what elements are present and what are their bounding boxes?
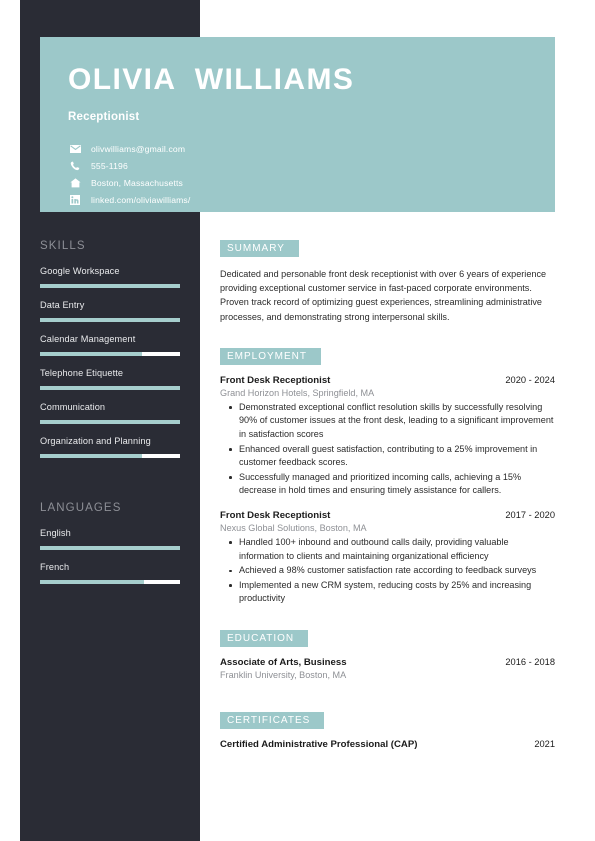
skill-bar	[40, 284, 180, 288]
employment-section: EMPLOYMENT Front Desk Receptionist 2020 …	[220, 346, 555, 606]
skill-bar	[40, 454, 180, 458]
school-text: Franklin University, Boston, MA	[220, 669, 347, 680]
language-label: English	[40, 528, 71, 538]
job-title: Receptionist	[68, 111, 140, 123]
job-title-text: Front Desk Receptionist	[220, 374, 331, 386]
contact-linkedin-text: linked.com/oliviawilliams/	[91, 194, 191, 205]
home-icon	[68, 177, 82, 188]
job-date: 2020 - 2024	[505, 374, 555, 385]
skill-item: Calendar Management	[20, 334, 200, 356]
skill-item: Google Workspace	[20, 266, 200, 288]
bullet-item: Handled 100+ inbound and outbound calls …	[229, 536, 555, 563]
skill-label: Data Entry	[40, 300, 85, 310]
employer-text: Nexus Global Solutions, Boston, MA	[220, 522, 367, 533]
skill-label: Communication	[40, 402, 106, 412]
envelope-icon	[68, 143, 82, 154]
skill-item: Organization and Planning	[20, 436, 200, 458]
skill-item: Telephone Etiquette	[20, 368, 200, 390]
linkedin-icon	[68, 194, 82, 205]
job-date: 2017 - 2020	[505, 509, 555, 520]
skill-bar-fill	[40, 352, 143, 356]
skill-bar-fill	[40, 454, 143, 458]
certificate-title: Certified Administrative Professional (C…	[220, 738, 418, 750]
certificate-entry: Certified Administrative Professional (C…	[220, 739, 555, 750]
skill-label: Organization and Planning	[40, 436, 151, 446]
contact-location-text: Boston, Massachusetts	[91, 177, 183, 188]
entry-header: Front Desk Receptionist 2017 - 2020	[220, 510, 555, 521]
skills-section: SKILLS Google Workspace Data Entry Calen…	[20, 240, 200, 470]
skill-item: Communication	[20, 402, 200, 424]
languages-heading: LANGUAGES	[40, 502, 122, 514]
language-item: French	[20, 562, 200, 584]
skill-bar	[40, 318, 180, 322]
skill-bar	[40, 386, 180, 390]
education-entry: Associate of Arts, Business 2016 - 2018 …	[220, 657, 555, 680]
contact-linkedin[interactable]: linked.com/oliviawilliams/	[68, 192, 555, 207]
skill-label: Google Workspace	[40, 266, 120, 276]
language-bar-fill	[40, 546, 180, 550]
contact-phone-text: 555-1196	[91, 160, 128, 171]
bullet-item: Successfully managed and prioritized inc…	[229, 471, 555, 498]
skill-label: Calendar Management	[40, 334, 136, 344]
skill-bar-fill	[40, 318, 180, 322]
main-column: SUMMARY Dedicated and personable front d…	[220, 238, 555, 762]
phone-icon	[68, 160, 82, 171]
entry-header: Certified Administrative Professional (C…	[220, 739, 555, 750]
resume-page: OLIVIA WILLIAMS Receptionist olivwilliam…	[0, 0, 595, 841]
language-bar-fill	[40, 580, 144, 584]
employer-text: Grand Horizon Hotels, Springfield, MA	[220, 387, 375, 398]
skills-heading: SKILLS	[40, 240, 86, 252]
entry-header: Front Desk Receptionist 2020 - 2024	[220, 375, 555, 386]
bullet-item: Demonstrated exceptional conflict resolu…	[229, 401, 555, 442]
contact-list: olivwilliams@gmail.com 555-1196 Boston, …	[68, 141, 555, 207]
certificates-badge: CERTIFICATES	[220, 711, 325, 729]
skill-bar-fill	[40, 386, 180, 390]
bullet-item: Enhanced overall guest satisfaction, con…	[229, 443, 555, 470]
language-bar	[40, 580, 180, 584]
contact-email-text: olivwilliams@gmail.com	[91, 143, 186, 154]
skill-item: Data Entry	[20, 300, 200, 322]
degree-text: Associate of Arts, Business	[220, 656, 347, 668]
skill-bar	[40, 352, 180, 356]
job-title-text: Front Desk Receptionist	[220, 509, 331, 521]
skill-bar-fill	[40, 284, 180, 288]
certificates-section: CERTIFICATES Certified Administrative Pr…	[220, 710, 555, 750]
skill-label: Telephone Etiquette	[40, 368, 124, 378]
certificate-date: 2021	[534, 738, 555, 749]
education-section: EDUCATION Associate of Arts, Business 20…	[220, 628, 555, 680]
languages-section: LANGUAGES English French	[20, 502, 200, 596]
summary-badge: SUMMARY	[220, 240, 299, 257]
page-title: OLIVIA WILLIAMS	[68, 63, 355, 96]
skill-bar-fill	[40, 420, 180, 424]
language-item: English	[20, 528, 200, 550]
contact-phone[interactable]: 555-1196	[68, 158, 555, 173]
bullet-item: Implemented a new CRM system, reducing c…	[229, 579, 555, 606]
summary-text: Dedicated and personable front desk rece…	[220, 269, 547, 322]
employment-entry: Front Desk Receptionist 2017 - 2020 Nexu…	[220, 510, 555, 606]
contact-location[interactable]: Boston, Massachusetts	[68, 175, 555, 190]
bullet-item: Achieved a 98% customer satisfaction rat…	[229, 564, 555, 578]
skill-bar	[40, 420, 180, 424]
language-label: French	[40, 562, 70, 572]
summary-section: SUMMARY Dedicated and personable front d…	[220, 238, 555, 324]
employment-entry: Front Desk Receptionist 2020 - 2024 Gran…	[220, 375, 555, 498]
entry-header: Associate of Arts, Business 2016 - 2018	[220, 657, 555, 668]
job-bullets: Handled 100+ inbound and outbound calls …	[220, 536, 555, 606]
education-badge: EDUCATION	[220, 629, 309, 647]
degree-date: 2016 - 2018	[505, 656, 555, 667]
employment-badge: EMPLOYMENT	[220, 347, 322, 365]
header-band: OLIVIA WILLIAMS Receptionist olivwilliam…	[40, 37, 555, 212]
contact-email[interactable]: olivwilliams@gmail.com	[68, 141, 555, 156]
job-bullets: Demonstrated exceptional conflict resolu…	[220, 401, 555, 498]
language-bar	[40, 546, 180, 550]
